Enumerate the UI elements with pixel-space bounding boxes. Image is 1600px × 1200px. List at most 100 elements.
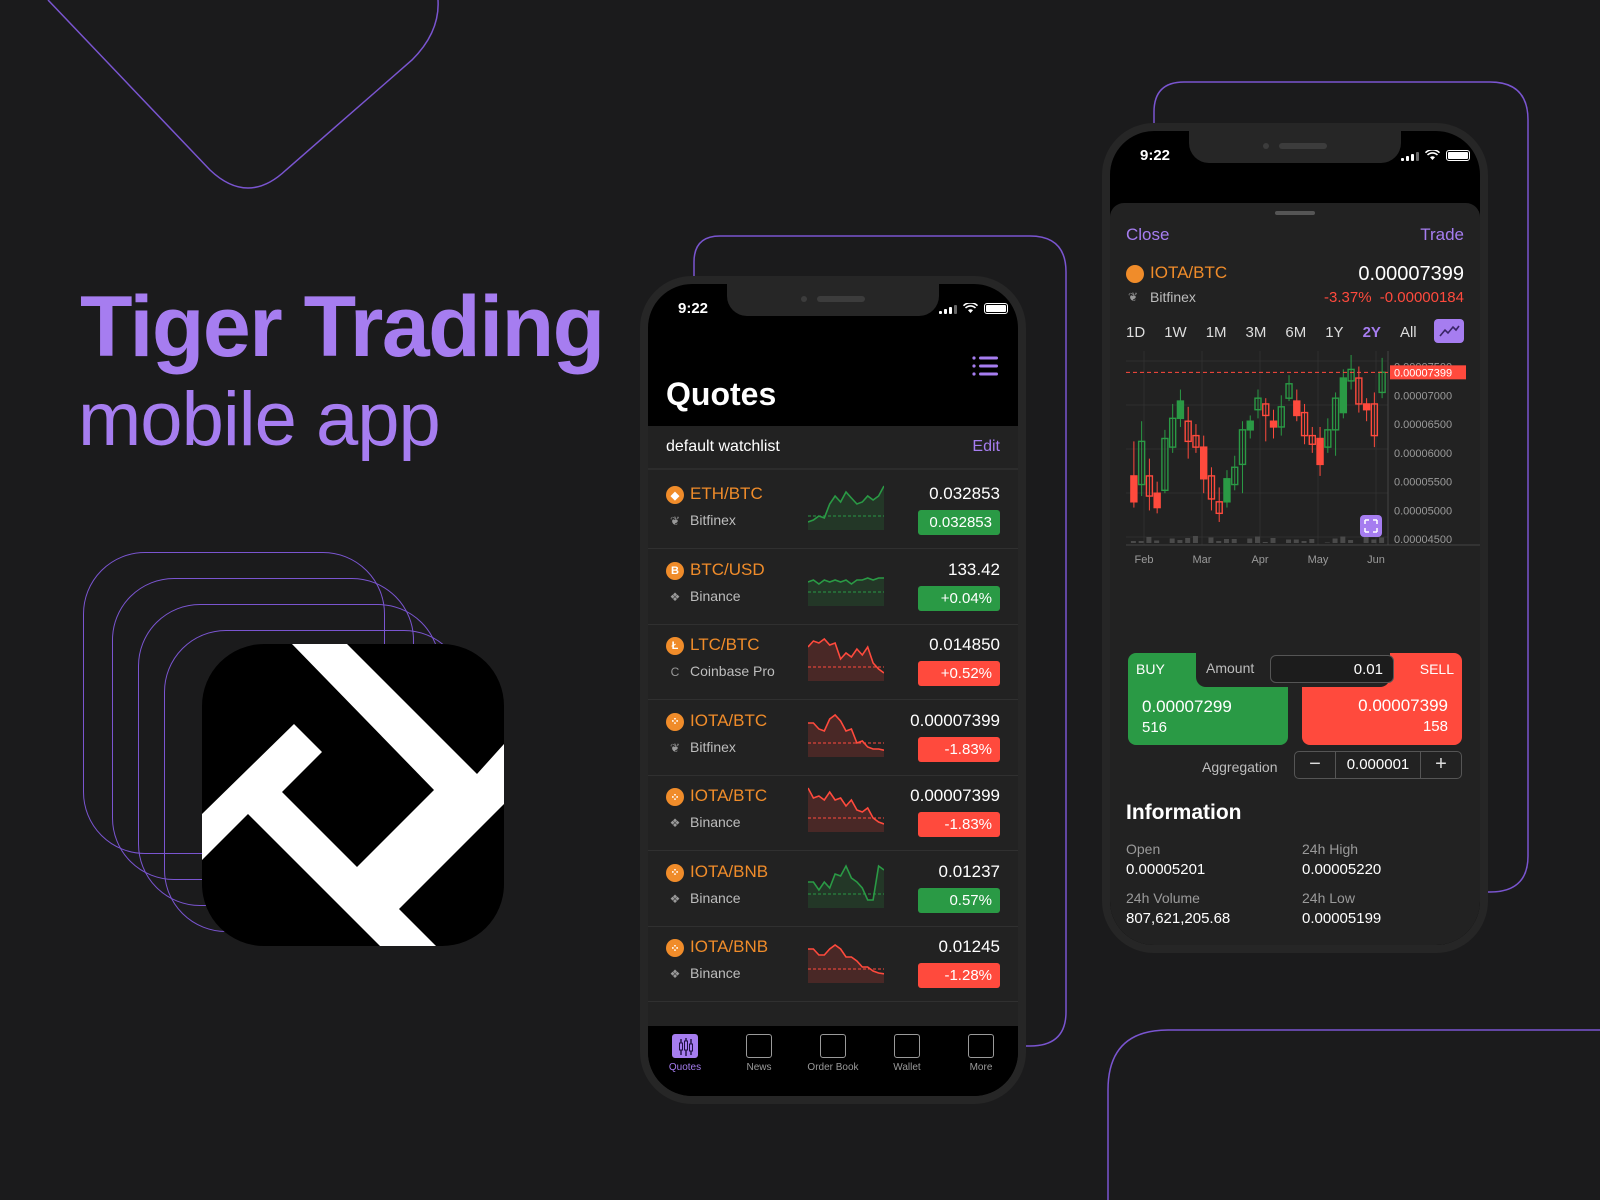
pair-name: IOTA/BNB: [690, 937, 769, 956]
quote-row[interactable]: ◆ ETH/BTC ❦ Bitfinex 0.032853 0.032853: [648, 472, 1018, 549]
change-badge[interactable]: +0.04%: [918, 585, 1000, 611]
tab-order-book[interactable]: Order Book: [797, 1034, 869, 1096]
change-badge[interactable]: -1.28%: [918, 963, 1000, 988]
change-badge[interactable]: 0.032853: [918, 510, 1000, 535]
quote-row[interactable]: ⁘ IOTA/BNB ❖ Binance 0.01237 0.57%: [648, 850, 1018, 927]
candle: [1145, 458, 1154, 511]
tab-wallet[interactable]: Wallet: [871, 1034, 943, 1096]
expand-chart-button[interactable]: [1360, 515, 1382, 537]
status-bar: 9:22: [1110, 147, 1480, 167]
sparkline-chart: [808, 485, 884, 530]
change-badge[interactable]: +0.52%: [918, 661, 1000, 686]
aggregation-label: Aggregation: [1202, 759, 1278, 775]
candle: [1223, 470, 1231, 508]
info-item: 24h High 0.00005220: [1302, 841, 1478, 878]
candle-body: [1316, 437, 1324, 466]
range-1m[interactable]: 1M: [1206, 324, 1227, 341]
change-badge[interactable]: -1.83%: [918, 736, 1000, 762]
range-2y[interactable]: 2Y: [1363, 324, 1381, 341]
trade-button[interactable]: Trade: [1420, 225, 1464, 245]
close-button[interactable]: Close: [1126, 225, 1169, 245]
sparkline-area: [808, 865, 884, 908]
range-6m[interactable]: 6M: [1285, 324, 1306, 341]
volume-bar: [1371, 539, 1377, 543]
tab-more[interactable]: More: [945, 1034, 1017, 1096]
candle: [1161, 429, 1169, 494]
volume-bar: [1138, 541, 1144, 543]
y-tick-label: 0.00005500: [1394, 477, 1452, 489]
quote-row[interactable]: B BTC/USD ❖ Binance 133.42 +0.04%: [648, 548, 1018, 625]
info-value: 0.00005199: [1302, 910, 1382, 927]
hero-subtitle: mobile app: [78, 377, 441, 462]
line-chart-icon: [1439, 325, 1460, 337]
range-all[interactable]: All: [1400, 324, 1417, 341]
aggregation-increment-button[interactable]: +: [1421, 752, 1461, 778]
candle: [1339, 369, 1348, 419]
tab-label: More: [969, 1062, 993, 1073]
candlestick-chart[interactable]: 0.000075000.000070000.000065000.00006000…: [1126, 351, 1482, 581]
binance-icon: ❖: [669, 816, 681, 830]
chart-type-button[interactable]: [1434, 319, 1464, 343]
candle: [1324, 418, 1332, 453]
buy-price: 0.00007299: [1142, 697, 1232, 716]
candle: [1300, 403, 1309, 445]
candle: [1355, 366, 1363, 413]
amount-input[interactable]: [1270, 655, 1394, 683]
buy-label: BUY: [1136, 661, 1165, 677]
info-label: 24h High: [1302, 841, 1359, 857]
range-3m[interactable]: 3M: [1246, 324, 1267, 341]
tab-quotes[interactable]: Quotes: [649, 1034, 721, 1096]
tab-news[interactable]: News: [723, 1034, 795, 1096]
candle-body: [1293, 400, 1301, 417]
tab-label: Quotes: [668, 1062, 702, 1073]
tiger-logo-icon: [202, 644, 504, 946]
buy-quantity: 516: [1142, 719, 1168, 736]
iota-icon: ⁘: [666, 788, 684, 806]
volume-bar: [1185, 538, 1191, 543]
volume-bar: [1286, 539, 1292, 543]
range-1y[interactable]: 1Y: [1325, 324, 1343, 341]
quote-row[interactable]: ⁘ IOTA/BTC ❖ Binance 0.00007399 -1.83%: [648, 774, 1018, 851]
range-1w[interactable]: 1W: [1164, 324, 1187, 341]
page-title: Quotes: [666, 376, 777, 412]
candle: [1293, 389, 1301, 422]
candle: [1207, 467, 1216, 511]
info-item: 24h Low 0.00005199: [1302, 890, 1478, 927]
exchange-name: Coinbase Pro: [690, 663, 775, 679]
iota-icon: ⁘: [666, 863, 684, 882]
volume-bar: [1293, 539, 1299, 543]
sparkline-chart: [808, 944, 884, 983]
quote-row[interactable]: ⁘ IOTA/BTC ❦ Bitfinex 0.00007399 -1.83%: [648, 699, 1018, 776]
exchange-name: Binance: [690, 814, 741, 830]
range-1d[interactable]: 1D: [1126, 324, 1145, 341]
volume-bar: [1324, 542, 1330, 543]
exchange-name: Binance: [690, 889, 741, 906]
last-price: 133.42: [948, 559, 1000, 579]
edit-watchlist-button[interactable]: Edit: [972, 438, 1000, 456]
quote-row[interactable]: ⁘ IOTA/BNB ❖ Binance 0.01245 -1.28%: [648, 925, 1018, 1002]
wifi-icon: [963, 303, 978, 313]
signal-icon: [1401, 151, 1419, 161]
change-badge[interactable]: -1.83%: [918, 812, 1000, 837]
watchlist-name[interactable]: default watchlist: [666, 438, 780, 456]
current-price: 0.00007399: [1358, 263, 1464, 285]
pair-name: IOTA/BNB: [690, 861, 769, 881]
quote-row[interactable]: Ł LTC/BTC C Coinbase Pro 0.014850 +0.52%: [648, 623, 1018, 700]
volume-bar: [1223, 539, 1229, 543]
exchange-name: Bitfinex: [690, 512, 736, 528]
change-badge[interactable]: 0.57%: [918, 887, 1000, 913]
volume-bar: [1363, 536, 1369, 543]
volume-bar: [1216, 541, 1222, 543]
list-icon[interactable]: [972, 356, 998, 376]
aggregation-decrement-button[interactable]: −: [1295, 752, 1335, 778]
aggregation-value[interactable]: 0.000001: [1335, 752, 1421, 778]
sparkline-chart: [808, 787, 884, 832]
candle: [1231, 455, 1239, 491]
last-price: 0.00007399: [910, 786, 1000, 805]
volume-bar: [1309, 539, 1315, 543]
y-tick-label: 0.00004500: [1394, 534, 1452, 546]
candle-body: [1176, 400, 1185, 420]
x-tick-label: Jun: [1367, 554, 1385, 566]
sheet-grabber[interactable]: [1275, 211, 1315, 215]
sparkline-area: [808, 714, 884, 757]
